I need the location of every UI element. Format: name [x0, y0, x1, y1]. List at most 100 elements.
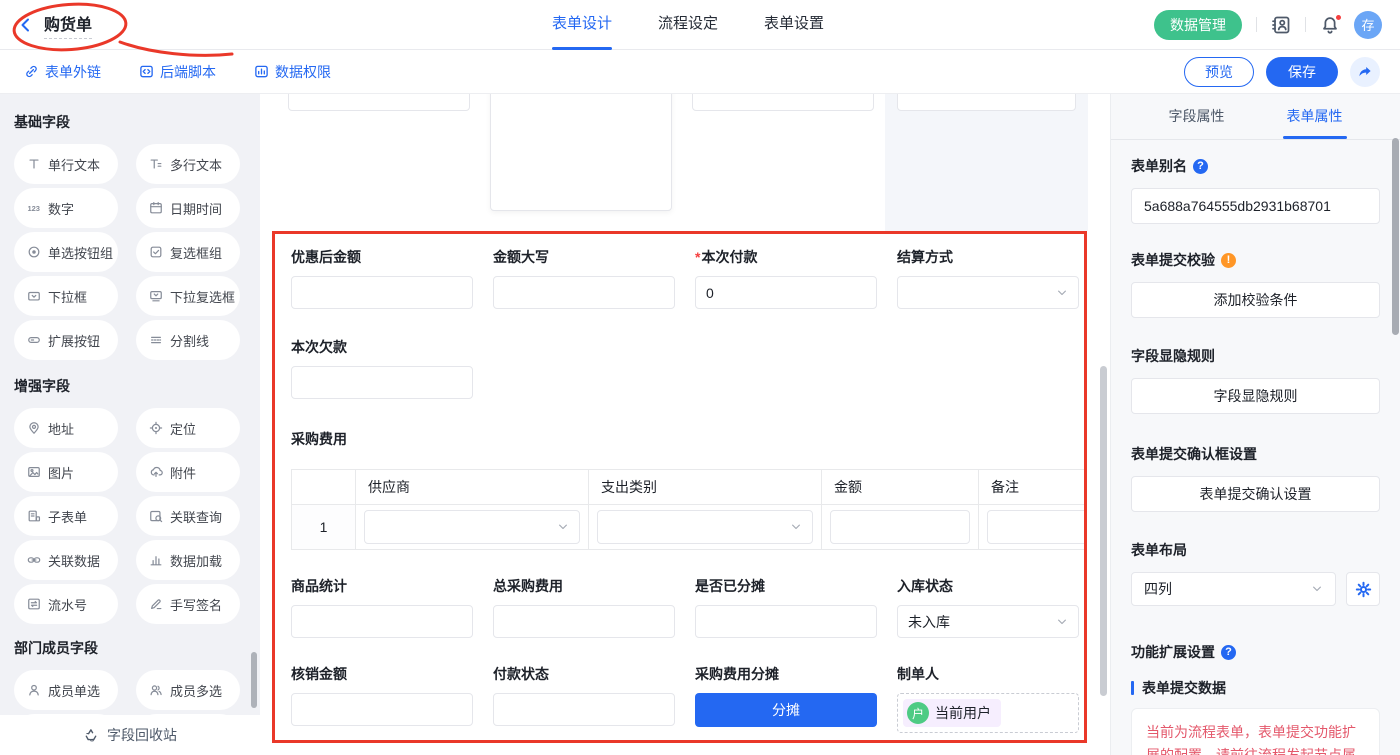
amount-input[interactable]: [830, 510, 970, 544]
goods-statistics-input[interactable]: [291, 605, 473, 638]
field-writeoff-amount[interactable]: 核销金额: [291, 664, 473, 733]
data-permission-link[interactable]: 数据权限: [254, 62, 331, 82]
field-discounted-amount[interactable]: 优惠后金额: [291, 247, 473, 309]
notification-dot: [1335, 14, 1342, 21]
field-recycle-bin[interactable]: 字段回收站: [0, 715, 260, 755]
field-item-datetime[interactable]: 日期时间: [136, 188, 240, 228]
help-icon[interactable]: ?: [1193, 159, 1208, 174]
field-item-multi-dropdown[interactable]: 下拉复选框: [136, 276, 240, 316]
apportion-button[interactable]: 分摊: [695, 693, 877, 727]
writeoff-amount-input[interactable]: [291, 693, 473, 726]
field-item-multi-line-text[interactable]: 多行文本: [136, 144, 240, 184]
field-item-linked-query[interactable]: 关联查询: [136, 496, 240, 536]
member-single-icon: [27, 683, 41, 697]
chevron-down-icon: [557, 521, 569, 533]
add-check-condition-button[interactable]: 添加校验条件: [1131, 282, 1380, 318]
field-item-signature[interactable]: 手写签名: [136, 584, 240, 624]
field-item-ext-button[interactable]: 扩展按钮: [14, 320, 118, 360]
field-goods-statistics[interactable]: 商品统计: [291, 576, 473, 638]
is-apportioned-input[interactable]: [695, 605, 877, 638]
field-item-data-load[interactable]: 数据加载: [136, 540, 240, 580]
amount-in-words-input[interactable]: [493, 276, 675, 309]
image-icon: [27, 465, 41, 479]
total-purchase-expense-input[interactable]: [493, 605, 675, 638]
linked-query-icon: [149, 509, 163, 523]
field-item-subform[interactable]: 子表单: [14, 496, 118, 536]
section-title-basic-fields: 基础字段: [14, 112, 260, 132]
notification-bell-icon[interactable]: [1320, 15, 1340, 35]
multi-line-text-icon: [149, 157, 163, 171]
form-external-link[interactable]: 表单外链: [24, 62, 101, 82]
divider-icon: [149, 333, 163, 347]
field-item-member-single[interactable]: 成员单选: [14, 670, 118, 710]
field-amount-in-words[interactable]: 金额大写: [493, 247, 675, 309]
canvas-scrollbar[interactable]: [1100, 366, 1107, 696]
field-item-locate[interactable]: 定位: [136, 408, 240, 448]
field-expense-apportion[interactable]: 采购费用分摊 分摊: [695, 664, 877, 733]
field-settlement-method[interactable]: 结算方式: [897, 247, 1079, 309]
field-item-number[interactable]: 123数字: [14, 188, 118, 228]
expense-type-select[interactable]: [597, 510, 813, 544]
field-item-single-line-text[interactable]: 单行文本: [14, 144, 118, 184]
backend-script-link[interactable]: 后端脚本: [139, 62, 216, 82]
remark-input[interactable]: [987, 510, 1084, 544]
sidebar-scrollbar[interactable]: [251, 652, 257, 708]
layout-settings-button[interactable]: [1346, 572, 1380, 606]
partial-textarea-field[interactable]: [490, 94, 672, 211]
field-document-maker[interactable]: 制单人 户 当前用户: [897, 664, 1079, 733]
form-alias-input[interactable]: [1131, 188, 1380, 224]
multi-dropdown-icon: [149, 289, 163, 303]
document-maker-picker[interactable]: 户 当前用户: [897, 693, 1079, 733]
field-item-divider[interactable]: 分割线: [136, 320, 240, 360]
page-title[interactable]: 购货单: [44, 11, 92, 39]
warning-icon[interactable]: !: [1221, 253, 1236, 268]
field-inbound-status[interactable]: 入库状态 未入库: [897, 576, 1079, 638]
field-item-dropdown[interactable]: 下拉框: [14, 276, 118, 316]
form-canvas[interactable]: 优惠后金额 金额大写 本次付款 结算方式: [260, 94, 1110, 755]
form-layout-select[interactable]: 四列: [1131, 572, 1336, 606]
tab-form-properties[interactable]: 表单属性: [1287, 94, 1343, 139]
field-item-radio-group[interactable]: 单选按钮组: [14, 232, 118, 272]
current-payment-input[interactable]: [695, 276, 877, 309]
field-item-image[interactable]: 图片: [14, 452, 118, 492]
field-payment-status[interactable]: 付款状态: [493, 664, 675, 733]
field-purchase-expense-subform[interactable]: 采购费用 供应商 支出类别 金额 备注 1: [291, 429, 1068, 550]
contacts-book-icon[interactable]: [1271, 15, 1291, 35]
current-debt-input[interactable]: [291, 366, 473, 399]
data-manage-button[interactable]: 数据管理: [1154, 10, 1242, 40]
checkbox-group-icon: [149, 245, 163, 259]
back-icon[interactable]: [18, 17, 34, 33]
preview-button[interactable]: 预览: [1184, 57, 1254, 87]
save-button[interactable]: 保存: [1266, 57, 1338, 87]
selected-field-slot[interactable]: [885, 94, 1088, 231]
field-item-linked-data[interactable]: 关联数据: [14, 540, 118, 580]
field-item-attachment[interactable]: 附件: [136, 452, 240, 492]
tab-form-design[interactable]: 表单设计: [552, 0, 612, 50]
field-visibility-button[interactable]: 字段显隐规则: [1131, 378, 1380, 414]
field-current-payment[interactable]: 本次付款: [695, 247, 877, 309]
field-item-serial-number[interactable]: 流水号: [14, 584, 118, 624]
field-item-member-multi[interactable]: 成员多选: [136, 670, 240, 710]
partial-field[interactable]: [288, 94, 470, 111]
tab-flow-setting[interactable]: 流程设定: [658, 0, 718, 50]
inbound-status-select[interactable]: 未入库: [897, 605, 1079, 638]
discounted-amount-input[interactable]: [291, 276, 473, 309]
divider: [1256, 17, 1257, 32]
help-icon[interactable]: ?: [1221, 645, 1236, 660]
field-item-address[interactable]: 地址: [14, 408, 118, 448]
share-button[interactable]: [1350, 57, 1380, 87]
tab-field-properties[interactable]: 字段属性: [1169, 94, 1225, 139]
panel-scrollbar[interactable]: [1392, 138, 1399, 335]
field-item-checkbox-group[interactable]: 复选框组: [136, 232, 240, 272]
supplier-select[interactable]: [364, 510, 580, 544]
field-is-apportioned[interactable]: 是否已分摊: [695, 576, 877, 638]
submit-confirm-button[interactable]: 表单提交确认设置: [1131, 476, 1380, 512]
settlement-method-select[interactable]: [897, 276, 1079, 309]
field-total-purchase-expense[interactable]: 总采购费用: [493, 576, 675, 638]
field-current-debt[interactable]: 本次欠款: [291, 337, 473, 399]
partial-field[interactable]: [897, 94, 1076, 111]
tab-form-setting[interactable]: 表单设置: [764, 0, 824, 50]
avatar[interactable]: 存: [1354, 11, 1382, 39]
payment-status-input[interactable]: [493, 693, 675, 726]
partial-field[interactable]: [692, 94, 874, 111]
